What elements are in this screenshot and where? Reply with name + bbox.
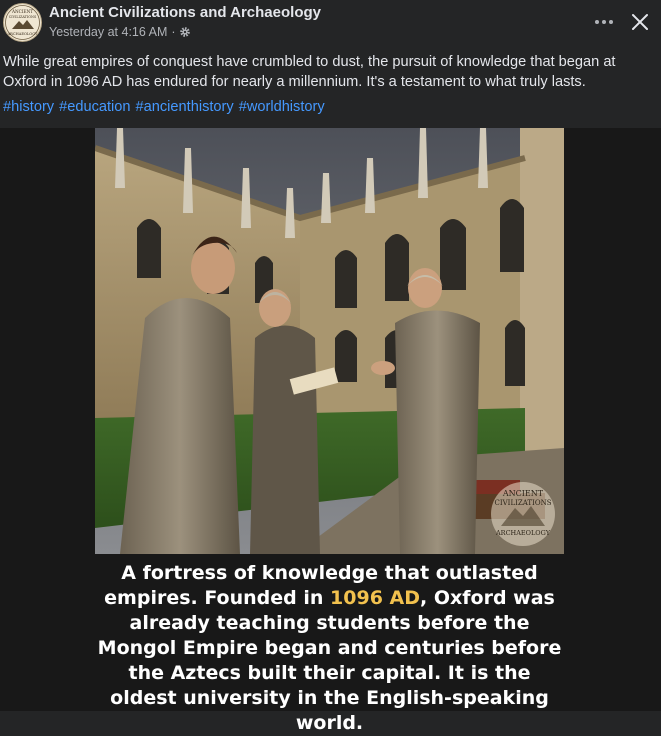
page-name-link[interactable]: Ancient Civilizations and Archaeology: [49, 4, 321, 21]
page-avatar[interactable]: ANCIENT CIVILIZATIONS ARCHAEOLOGY: [3, 3, 42, 42]
watermark-line1: ANCIENT: [502, 489, 544, 498]
oxford-scholars-image: ANCIENT CIVILIZATIONS ARCHAEOLOGY: [95, 128, 564, 554]
hashtag-link[interactable]: #history: [3, 99, 54, 115]
avatar-line2: CIVILIZATIONS: [9, 15, 37, 19]
post-body-text: While great empires of conquest have cru…: [3, 54, 616, 90]
more-options-button[interactable]: [590, 10, 618, 34]
watermark-line2: CIVILIZATIONS: [495, 499, 552, 507]
post-header: ANCIENT CIVILIZATIONS ARCHAEOLOGY Ancien…: [0, 0, 661, 46]
post-photo[interactable]: ANCIENT CIVILIZATIONS ARCHAEOLOGY: [95, 128, 564, 554]
caption-highlight-year: 1096 AD: [330, 587, 421, 609]
caption-text-end: , Oxford was already teaching students b…: [97, 587, 562, 734]
image-caption: A fortress of knowledge that outlasted e…: [95, 561, 564, 736]
post-timestamp[interactable]: Yesterday at 4:16 AM: [49, 25, 167, 39]
hashtag-list: #history #education #ancienthistory #worldh…: [3, 97, 330, 117]
post-meta: Yesterday at 4:16 AM ·: [49, 25, 191, 39]
dot-icon: [609, 20, 613, 24]
close-icon: [632, 14, 648, 30]
avatar-line3: ARCHAEOLOGY: [7, 32, 38, 36]
hashtag-link[interactable]: #education: [59, 99, 130, 115]
dot-icon: [595, 20, 599, 24]
hashtag-link[interactable]: #worldhistory: [239, 99, 325, 115]
hashtag-link[interactable]: #ancienthistory: [136, 99, 234, 115]
avatar-line1: ANCIENT: [11, 9, 33, 14]
gear-icon[interactable]: [179, 26, 191, 38]
post-media[interactable]: ANCIENT CIVILIZATIONS ARCHAEOLOGY A fort…: [0, 128, 661, 734]
close-button[interactable]: [628, 10, 652, 34]
watermark-line3: ARCHAEOLOGY: [495, 529, 551, 537]
meta-separator: ·: [171, 25, 176, 39]
dot-icon: [602, 20, 606, 24]
